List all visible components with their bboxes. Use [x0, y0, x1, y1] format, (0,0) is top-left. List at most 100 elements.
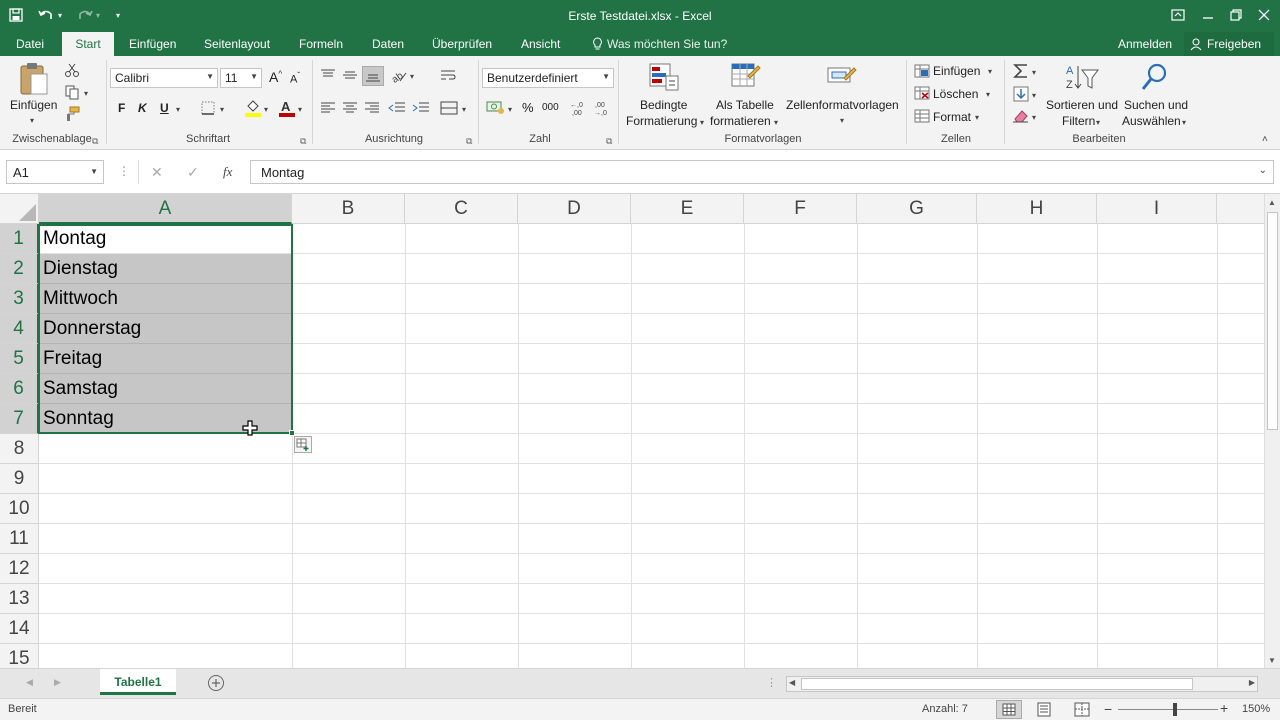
align-bottom-icon[interactable] — [362, 66, 384, 86]
percent-style-button[interactable]: % — [522, 100, 534, 115]
column-header-e[interactable]: E — [631, 194, 744, 224]
format-as-table-dropdown-icon[interactable]: ▾ — [774, 118, 778, 127]
cut-icon[interactable] — [64, 62, 80, 81]
find-select-dropdown-icon[interactable]: ▾ — [1182, 118, 1186, 127]
column-header-f[interactable]: F — [744, 194, 857, 224]
row-header-15[interactable]: 15 — [0, 644, 39, 668]
tab-ueberpruefen[interactable]: Überprüfen — [428, 32, 496, 56]
font-size-select[interactable]: 11 ▼ — [220, 68, 262, 88]
autosum-dropdown-icon[interactable]: ▾ — [1032, 68, 1036, 77]
close-icon[interactable] — [1252, 4, 1276, 26]
row-header-9[interactable]: 9 — [0, 464, 39, 494]
row-header-7[interactable]: 7 — [0, 404, 39, 434]
column-header-b[interactable]: B — [292, 194, 405, 224]
share-button[interactable]: Freigeben — [1184, 32, 1274, 56]
row-header-5[interactable]: 5 — [0, 344, 39, 374]
fill-icon[interactable] — [1012, 86, 1030, 105]
tell-me-box[interactable]: Was möchten Sie tun? — [588, 32, 731, 56]
column-header-c[interactable]: C — [405, 194, 518, 224]
tab-seitenlayout[interactable]: Seitenlayout — [200, 32, 274, 56]
orientation-dropdown-icon[interactable]: ▾ — [410, 72, 414, 81]
cell-a2[interactable]: Dienstag — [39, 254, 292, 284]
minimize-icon[interactable] — [1196, 4, 1220, 26]
sheet-tab-tabelle1[interactable]: Tabelle1 — [100, 669, 176, 695]
scroll-sheets-right-icon[interactable]: ▶ — [54, 677, 61, 688]
row-header-14[interactable]: 14 — [0, 614, 39, 644]
insert-cells-dropdown-icon[interactable]: ▾ — [988, 67, 992, 76]
scroll-right-icon[interactable]: ▶ — [1249, 678, 1255, 687]
page-break-view-icon[interactable] — [1074, 702, 1090, 720]
vertical-scroll-thumb[interactable] — [1267, 212, 1278, 430]
column-header-i[interactable]: I — [1097, 194, 1217, 224]
merge-dropdown-icon[interactable]: ▾ — [462, 105, 466, 114]
increase-indent-icon[interactable] — [412, 101, 430, 118]
align-right-icon[interactable] — [364, 101, 380, 118]
row-header-8[interactable]: 8 — [0, 434, 39, 464]
scroll-down-icon[interactable]: ▼ — [1268, 656, 1276, 665]
zoom-level[interactable]: 150% — [1242, 703, 1270, 715]
insert-cells-icon[interactable] — [914, 64, 930, 81]
insert-function-icon[interactable]: fx — [223, 164, 232, 180]
horizontal-scrollbar[interactable]: ◀ ▶ — [786, 676, 1258, 692]
format-cells-dropdown-icon[interactable]: ▾ — [975, 113, 979, 122]
column-header-d[interactable]: D — [518, 194, 631, 224]
grow-font-icon[interactable]: A^ — [269, 69, 282, 85]
column-header-h[interactable]: H — [977, 194, 1097, 224]
cell-a6[interactable]: Samstag — [39, 374, 292, 404]
cell-styles-dropdown-icon[interactable]: ▾ — [840, 116, 844, 125]
accounting-format-icon[interactable] — [486, 99, 506, 118]
paste-icon[interactable] — [18, 62, 50, 101]
sign-in-link[interactable]: Anmelden — [1114, 32, 1176, 56]
row-header-2[interactable]: 2 — [0, 254, 39, 284]
accounting-dropdown-icon[interactable]: ▾ — [508, 105, 512, 114]
conditional-formatting-dropdown-icon[interactable]: ▾ — [700, 118, 704, 127]
row-header-10[interactable]: 10 — [0, 494, 39, 524]
clear-icon[interactable] — [1012, 108, 1030, 127]
font-color-dropdown-icon[interactable]: ▾ — [298, 105, 302, 114]
decrease-decimal-icon[interactable]: ,00 →,0 — [594, 100, 614, 119]
format-cells-icon[interactable] — [914, 109, 930, 126]
wrap-text-icon[interactable] — [440, 68, 456, 87]
new-sheet-icon[interactable] — [207, 674, 225, 695]
delete-cells-icon[interactable] — [914, 86, 930, 103]
sort-filter-label-1[interactable]: Sortieren und — [1046, 98, 1118, 112]
underline-dropdown-icon[interactable]: ▾ — [176, 105, 180, 114]
align-top-icon[interactable] — [320, 68, 336, 85]
row-header-13[interactable]: 13 — [0, 584, 39, 614]
align-center-icon[interactable] — [342, 101, 358, 118]
conditional-formatting-label-1[interactable]: Bedingte — [640, 98, 687, 112]
delete-cells-dropdown-icon[interactable]: ▾ — [986, 90, 990, 99]
formula-input[interactable]: Montag ⌄ — [250, 160, 1274, 184]
tab-split-handle-icon[interactable]: ⋮ — [766, 676, 777, 689]
format-as-table-label-1[interactable]: Als Tabelle — [716, 98, 774, 112]
cancel-icon[interactable]: ✕ — [151, 164, 163, 181]
autosum-icon[interactable] — [1012, 62, 1030, 83]
tab-daten[interactable]: Daten — [368, 32, 408, 56]
copy-icon[interactable] — [64, 84, 80, 103]
column-header-a[interactable]: A — [39, 194, 292, 224]
cell-styles-label[interactable]: Zellenformatvorlagen — [786, 98, 899, 112]
scroll-left-icon[interactable]: ◀ — [789, 678, 795, 687]
zoom-out-icon[interactable]: − — [1104, 701, 1112, 717]
clipboard-launcher-icon[interactable]: ⧉ — [92, 136, 98, 147]
zoom-slider-track[interactable] — [1118, 709, 1218, 710]
sort-filter-dropdown-icon[interactable]: ▾ — [1096, 118, 1100, 127]
row-header-6[interactable]: 6 — [0, 374, 39, 404]
paste-button-label[interactable]: Einfügen — [10, 98, 57, 112]
cell-a1[interactable]: Montag — [39, 224, 292, 254]
name-box[interactable]: A1 ▼ — [6, 160, 104, 184]
tab-start[interactable]: Start — [62, 32, 114, 56]
tab-datei[interactable]: Datei — [12, 32, 48, 56]
normal-view-button[interactable] — [996, 700, 1022, 719]
number-format-select[interactable]: Benutzerdefiniert ▼ — [482, 68, 614, 88]
restore-icon[interactable] — [1224, 4, 1248, 26]
number-launcher-icon[interactable]: ⧉ — [606, 136, 612, 147]
horizontal-scroll-thumb[interactable] — [801, 678, 1193, 690]
tab-formeln[interactable]: Formeln — [295, 32, 347, 56]
zoom-slider-thumb[interactable] — [1173, 703, 1177, 716]
decrease-indent-icon[interactable] — [388, 101, 406, 118]
fill-color-dropdown-icon[interactable]: ▾ — [264, 105, 268, 114]
merge-center-icon[interactable] — [440, 100, 458, 119]
format-cells-label[interactable]: Format — [933, 110, 971, 124]
paste-dropdown-icon[interactable]: ▾ — [30, 116, 34, 125]
